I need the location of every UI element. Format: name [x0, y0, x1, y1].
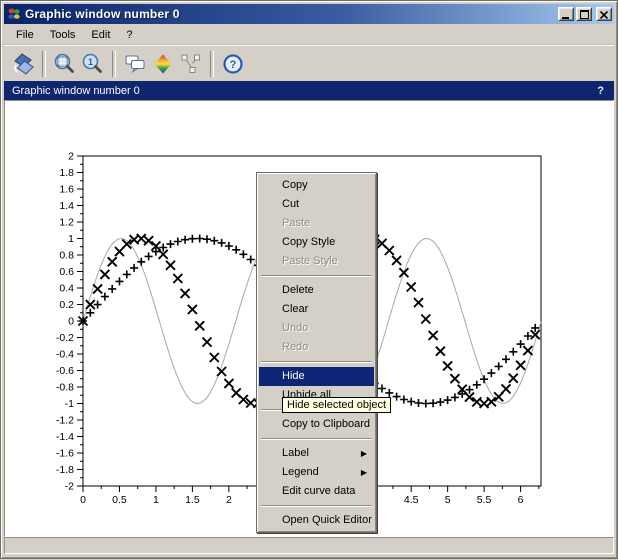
menu-item-label: Paste	[282, 217, 310, 229]
menu-separator	[261, 438, 372, 440]
svg-text:?: ?	[230, 59, 237, 71]
menu-item-redo[interactable]: Redo	[259, 338, 374, 357]
menu-item-label[interactable]: Label ▶	[259, 444, 374, 463]
menu-item-label: Delete	[282, 284, 314, 296]
submenu-arrow-icon: ▶	[361, 463, 367, 482]
titlebar: Graphic window number 0	[4, 4, 614, 24]
infobar-title: Graphic window number 0	[12, 85, 140, 97]
menubar: FileToolsEdit?	[4, 25, 614, 45]
scilab-graphic-window: Graphic window number 0 FileToolsEdit? 1…	[0, 0, 618, 559]
statusbar	[4, 537, 614, 554]
minimize-button[interactable]	[558, 7, 574, 21]
menu-item-label: Copy Style	[282, 236, 335, 248]
zoom-area-icon[interactable]	[52, 51, 78, 77]
menu-item-label: Edit curve data	[282, 485, 355, 497]
menu-separator	[261, 275, 372, 277]
infobar: Graphic window number 0 ?	[4, 81, 614, 100]
toolbar-separator	[210, 51, 214, 77]
node-graph-icon[interactable]	[178, 51, 204, 77]
toolbar-separator	[42, 51, 46, 77]
menu-item-label: Cut	[282, 198, 299, 210]
menu-file[interactable]: File	[8, 27, 42, 43]
menu-item-hide[interactable]: Hide	[259, 367, 374, 386]
maximize-button[interactable]	[576, 7, 592, 21]
rotate-icon[interactable]	[10, 51, 36, 77]
menu-separator	[261, 361, 372, 363]
menu-item-copy[interactable]: Copy	[259, 176, 374, 195]
menu-item-cut[interactable]: Cut	[259, 195, 374, 214]
menu-help[interactable]: ?	[118, 27, 140, 43]
close-button[interactable]	[596, 7, 612, 21]
window-title: Graphic window number 0	[25, 7, 180, 21]
menu-separator	[261, 505, 372, 507]
menu-item-copy-to-clipboard[interactable]: Copy to Clipboard	[259, 415, 374, 434]
menu-item-clear[interactable]: Clear	[259, 300, 374, 319]
menu-edit[interactable]: Edit	[83, 27, 118, 43]
menu-item-label: Copy to Clipboard	[282, 418, 370, 430]
menu-tools[interactable]: Tools	[42, 27, 84, 43]
menu-item-legend[interactable]: Legend ▶	[259, 463, 374, 482]
speech-bubbles-icon[interactable]	[122, 51, 148, 77]
menu-item-label: Clear	[282, 303, 308, 315]
app-logo-icon	[7, 7, 21, 21]
menu-item-label: Label	[282, 447, 309, 459]
menu-item-label: Legend	[282, 466, 319, 478]
menu-item-delete[interactable]: Delete	[259, 281, 374, 300]
zoom-original-icon[interactable]: 1	[80, 51, 106, 77]
infobar-help-button[interactable]: ?	[597, 85, 604, 97]
window-controls	[556, 7, 612, 21]
menu-item-label: Undo	[282, 322, 308, 334]
context-menu: Copy Cut Paste Copy Style Paste Style Delete C…	[256, 172, 377, 533]
menu-item-paste-style[interactable]: Paste Style	[259, 252, 374, 271]
menu-item-undo[interactable]: Undo	[259, 319, 374, 338]
help-icon[interactable]: ?	[220, 51, 246, 77]
menu-item-label: Hide	[282, 370, 305, 382]
menu-item-label: Redo	[282, 341, 308, 353]
ged-diamond-icon[interactable]	[150, 51, 176, 77]
menu-item-copy-style[interactable]: Copy Style	[259, 233, 374, 252]
toolbar: 1?	[4, 45, 614, 82]
menu-item-open-quick-editor[interactable]: Open Quick Editor	[259, 511, 374, 530]
tooltip: Hide selected object	[282, 397, 391, 413]
menu-item-label: Open Quick Editor	[282, 514, 372, 526]
svg-text:1: 1	[88, 57, 93, 67]
submenu-arrow-icon: ▶	[361, 444, 367, 463]
menu-item-paste[interactable]: Paste	[259, 214, 374, 233]
menu-item-label: Copy	[282, 179, 308, 191]
menu-item-edit-curve-data[interactable]: Edit curve data	[259, 482, 374, 501]
toolbar-separator	[112, 51, 116, 77]
menu-item-label: Paste Style	[282, 255, 338, 267]
